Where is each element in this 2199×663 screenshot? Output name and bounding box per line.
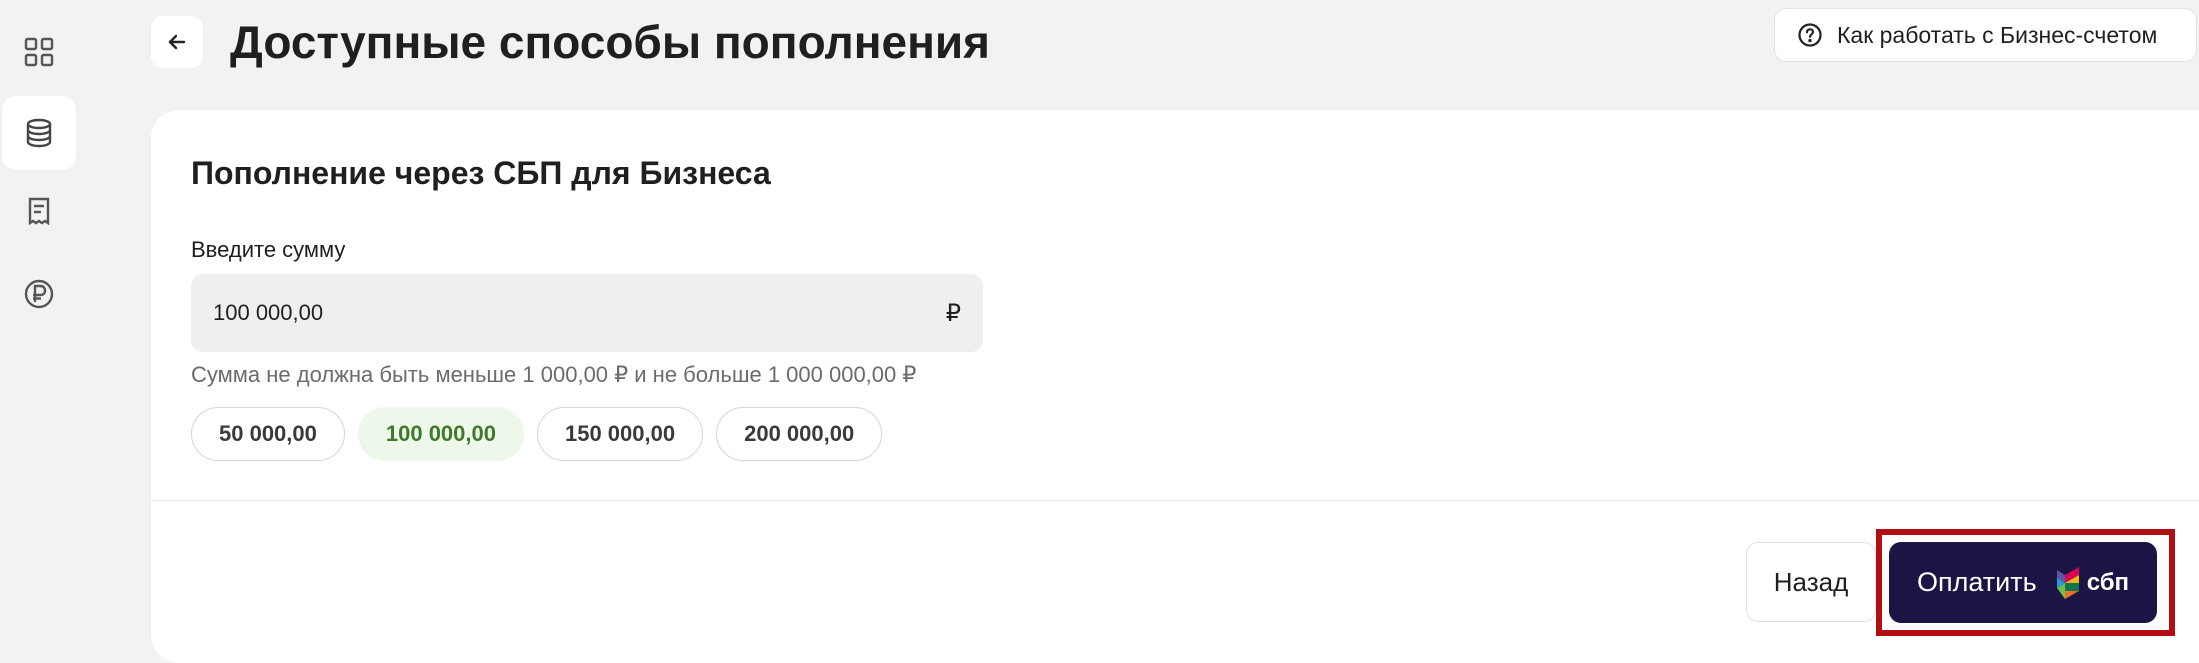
sbp-logo-icon — [2056, 566, 2079, 599]
amount-hint: Сумма не должна быть меньше 1 000,00 ₽ и… — [191, 362, 917, 387]
ruble-coin-icon — [24, 279, 54, 309]
pay-button-label: Оплатить — [1917, 567, 2037, 597]
sidebar-item-dashboard[interactable] — [2, 15, 76, 89]
amount-chip[interactable]: 50 000,00 — [191, 407, 345, 461]
card-title: Пополнение через СБП для Бизнеса — [191, 155, 771, 191]
sidebar-item-documents[interactable] — [2, 175, 76, 249]
amount-chip[interactable]: 200 000,00 — [716, 407, 883, 461]
sidebar-item-payments[interactable] — [2, 257, 76, 331]
amount-presets: 50 000,00 100 000,00 150 000,00 200 000,… — [191, 407, 883, 461]
help-button[interactable]: Как работать с Бизнес-счетом — [1774, 8, 2197, 62]
dashboard-grid-icon — [24, 37, 54, 67]
sbp-logo: сбп — [2055, 566, 2129, 600]
sidebar — [0, 0, 80, 663]
divider — [151, 500, 2199, 501]
amount-label: Введите сумму — [191, 237, 346, 262]
amount-chip-selected[interactable]: 100 000,00 — [357, 407, 524, 461]
sbp-logo-text: сбп — [2086, 568, 2130, 596]
help-button-label: Как работать с Бизнес-счетом — [1837, 21, 2158, 48]
back-button[interactable]: Назад — [1746, 542, 1876, 622]
currency-symbol: ₽ — [945, 299, 961, 327]
amount-value[interactable]: 100 000,00 — [213, 300, 946, 326]
back-arrow-button[interactable] — [151, 16, 203, 68]
amount-input[interactable]: 100 000,00 ₽ — [191, 274, 983, 352]
question-circle-icon — [1798, 23, 1822, 47]
page-title: Доступные способы пополнения — [230, 16, 991, 68]
pay-button[interactable]: Оплатить сбп — [1889, 542, 2157, 623]
sidebar-item-accounts[interactable] — [2, 96, 76, 170]
database-icon — [26, 118, 52, 148]
arrow-left-icon — [168, 34, 186, 50]
receipt-icon — [28, 197, 50, 226]
amount-chip[interactable]: 150 000,00 — [536, 407, 704, 461]
